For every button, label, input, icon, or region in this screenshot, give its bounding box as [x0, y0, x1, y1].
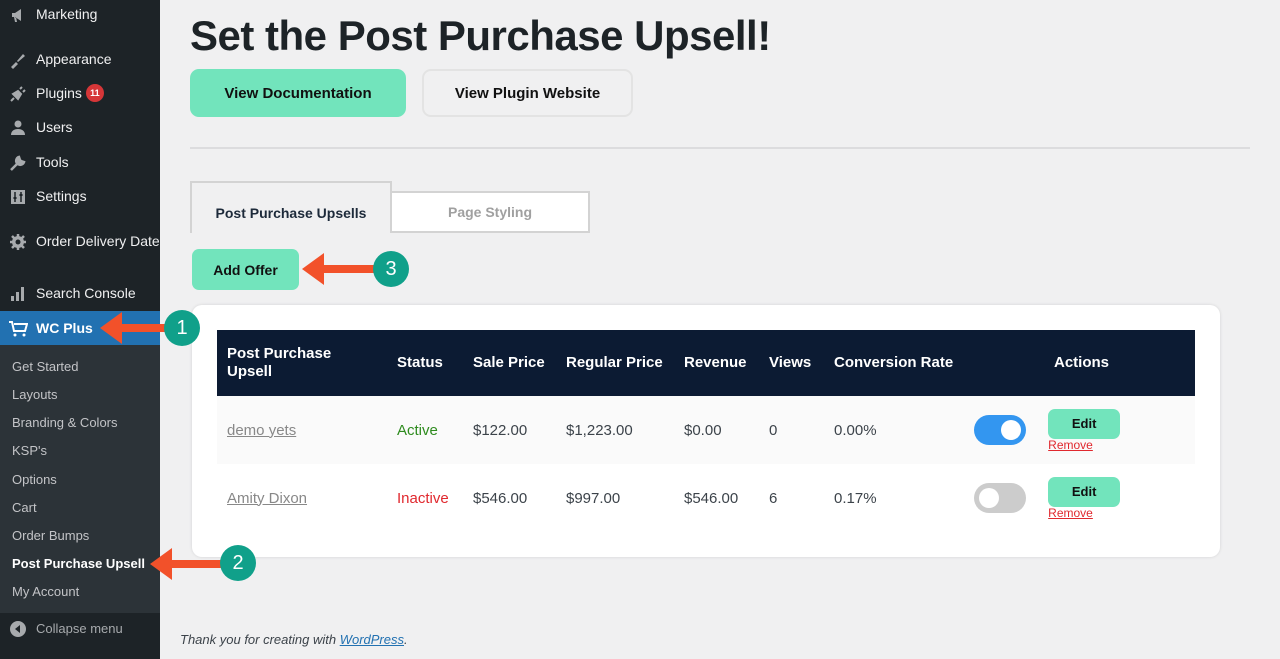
wc-plus-submenu: Get Started Layouts Branding & Colors KS…: [0, 345, 160, 613]
upsells-table: Post Purchase Upsell Status Sale Price R…: [217, 330, 1195, 532]
table-row: demo yets Active $122.00 $1,223.00 $0.00…: [217, 396, 1195, 464]
submenu-ksps[interactable]: KSP's: [12, 443, 47, 458]
sidebar-item-order-delivery-date[interactable]: Order Delivery Date: [0, 232, 160, 251]
annotation-arrowhead: [302, 253, 324, 285]
page-title: Set the Post Purchase Upsell!: [190, 12, 771, 59]
gear-icon: [0, 232, 36, 251]
footer-text: Thank you for creating with: [180, 632, 340, 647]
row-actions: Edit Remove: [1048, 408, 1121, 452]
sale-price: $546.00: [473, 489, 528, 507]
col-header-sale-price: Sale Price: [473, 354, 545, 371]
revenue: $0.00: [684, 421, 722, 439]
collapse-arrow-icon: [0, 621, 36, 637]
submenu-post-purchase-upsell[interactable]: Post Purchase Upsell: [12, 556, 145, 571]
col-header-toggle: [974, 330, 1044, 396]
sidebar-item-search-console[interactable]: Search Console: [0, 284, 160, 303]
tab-post-purchase-upsells[interactable]: Post Purchase Upsells: [190, 181, 392, 233]
annotation-arrowhead: [150, 548, 172, 580]
sidebar-item-settings[interactable]: Settings: [0, 187, 160, 206]
submenu-branding-colors[interactable]: Branding & Colors: [12, 415, 118, 430]
submenu-layouts[interactable]: Layouts: [12, 387, 58, 402]
submenu-get-started[interactable]: Get Started: [12, 359, 78, 374]
sidebar-item-appearance[interactable]: Appearance: [0, 50, 160, 69]
user-icon: [0, 118, 36, 137]
col-header-regular-price: Regular Price: [566, 354, 663, 371]
toggle-knob: [1001, 420, 1021, 440]
update-count-badge: 11: [85, 84, 104, 102]
sidebar-item-tools[interactable]: Tools: [0, 153, 160, 172]
wordpress-link[interactable]: WordPress: [340, 632, 404, 647]
sidebar-item-users[interactable]: Users: [0, 118, 160, 137]
enable-toggle[interactable]: [974, 415, 1026, 445]
plugin-icon: [0, 84, 36, 103]
edit-button[interactable]: Edit: [1048, 476, 1121, 507]
col-header-upsell: Post Purchase Upsell: [227, 345, 332, 380]
col-header-actions: Actions: [1054, 354, 1110, 371]
regular-price: $1,223.00: [566, 421, 633, 439]
row-actions: Edit Remove: [1048, 476, 1121, 520]
sale-price: $122.00: [473, 421, 528, 439]
submenu-cart[interactable]: Cart: [12, 500, 37, 515]
edit-button[interactable]: Edit: [1048, 408, 1121, 439]
view-plugin-website-button[interactable]: View Plugin Website: [422, 69, 633, 117]
tab-page-styling[interactable]: Page Styling: [390, 191, 590, 233]
revenue: $546.00: [684, 489, 739, 507]
submenu-order-bumps[interactable]: Order Bumps: [12, 528, 89, 543]
collapse-menu-button[interactable]: Collapse menu: [0, 613, 160, 659]
add-offer-button[interactable]: Add Offer: [192, 249, 299, 290]
step-badge: 2: [220, 545, 256, 581]
upsell-name-link[interactable]: demo yets: [227, 422, 296, 439]
step-badge: 1: [164, 310, 200, 346]
col-header-conversion-rate: Conversion Rate: [834, 354, 954, 371]
regular-price: $997.00: [566, 489, 621, 507]
table-row: Amity Dixon Inactive $546.00 $997.00 $54…: [217, 464, 1195, 532]
main-content: Set the Post Purchase Upsell! View Docum…: [160, 0, 1280, 659]
bar-chart-icon: [0, 284, 36, 303]
remove-link[interactable]: Remove: [1048, 506, 1093, 520]
annotation-arrow-shaft: [170, 560, 225, 568]
upsells-card: Post Purchase Upsell Status Sale Price R…: [192, 305, 1220, 557]
toggle-knob: [979, 488, 999, 508]
conversion-rate: 0.17%: [834, 489, 877, 507]
annotation-arrowhead: [100, 312, 122, 344]
upsell-name-link[interactable]: Amity Dixon: [227, 490, 307, 507]
footer-suffix: .: [404, 632, 408, 647]
wrench-icon: [0, 153, 36, 172]
remove-link[interactable]: Remove: [1048, 438, 1093, 452]
plugins-label: Plugins: [36, 85, 82, 101]
views: 0: [769, 421, 778, 439]
table-header-row: Post Purchase Upsell Status Sale Price R…: [217, 330, 1195, 396]
collapse-menu-label: Collapse menu: [36, 621, 123, 636]
divider: [190, 147, 1250, 149]
col-header-status: Status: [397, 354, 443, 371]
settings-sliders-icon: [0, 187, 36, 206]
sidebar-item-plugins[interactable]: Plugins 11: [0, 84, 160, 103]
submenu-my-account[interactable]: My Account: [12, 584, 79, 599]
annotation-arrow-shaft: [120, 324, 170, 332]
status-badge: Active: [397, 421, 438, 439]
footer-credit: Thank you for creating with WordPress.: [180, 632, 408, 647]
enable-toggle[interactable]: [974, 483, 1026, 513]
submenu-options[interactable]: Options: [12, 472, 57, 487]
paintbrush-icon: [0, 50, 36, 69]
conversion-rate: 0.00%: [834, 421, 877, 439]
step-badge: 3: [373, 251, 409, 287]
megaphone-icon: [0, 5, 36, 24]
view-documentation-button[interactable]: View Documentation: [190, 69, 406, 117]
col-header-revenue: Revenue: [684, 354, 747, 371]
col-header-views: Views: [769, 354, 812, 371]
annotation-arrow-shaft: [322, 265, 377, 273]
views: 6: [769, 489, 778, 507]
status-badge: Inactive: [397, 489, 449, 507]
sidebar-item-marketing[interactable]: Marketing: [0, 5, 160, 24]
cart-icon: [0, 319, 36, 338]
